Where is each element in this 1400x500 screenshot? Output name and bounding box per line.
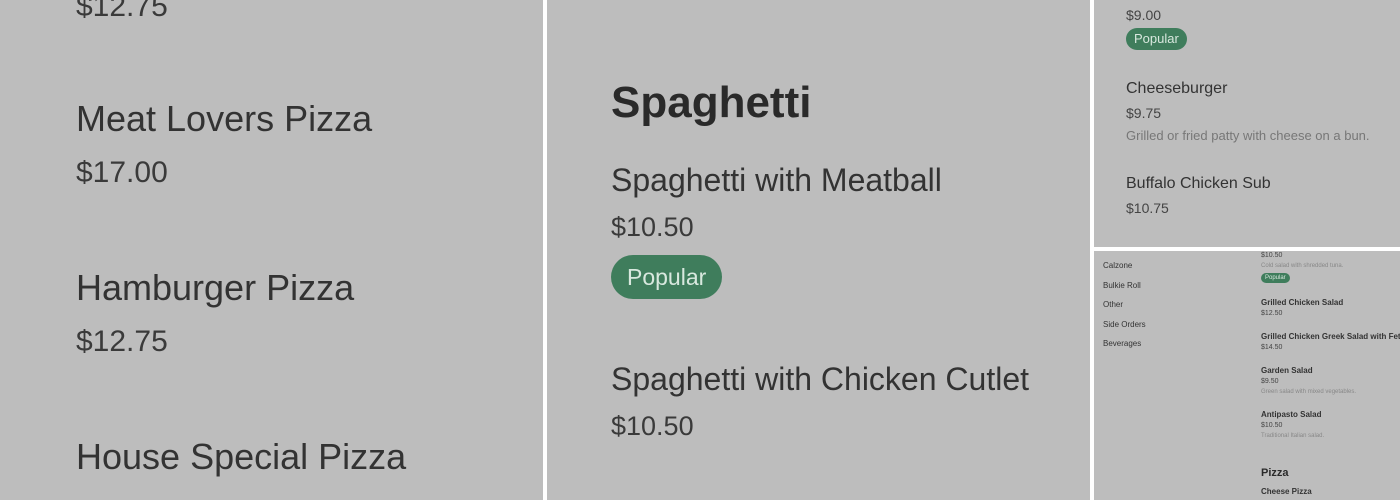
popular-badge: Popular xyxy=(1261,273,1290,283)
menu-item-price: $12.50 xyxy=(1261,310,1283,317)
category-nav-beverages[interactable]: Beverages xyxy=(1103,339,1141,348)
menu-item-description: Cold salad with shredded tuna. xyxy=(1261,263,1344,269)
menu-overview-panel: Calzone Bulkie Roll Other Side Orders Be… xyxy=(1094,251,1400,500)
popular-badge: Popular xyxy=(611,255,723,299)
menu-item-price: $9.00 xyxy=(1126,7,1162,23)
menu-item-price: $10.75 xyxy=(1126,200,1169,216)
menu-item-price: $14.50 xyxy=(1261,344,1283,351)
category-nav-other[interactable]: Other xyxy=(1103,300,1123,309)
menu-item-price: $17.00 xyxy=(76,156,168,189)
menu-item-description: Green salad with mixed vegetables. xyxy=(1261,389,1357,395)
popular-badge: Popular xyxy=(1126,28,1187,50)
menu-zoom-panel-spaghetti: Spaghetti Spaghetti with Meatball $10.50… xyxy=(547,0,1090,500)
menu-item-price: $9.50 xyxy=(1261,378,1279,385)
menu-item-name[interactable]: Grilled Chicken Salad xyxy=(1261,298,1343,307)
menu-item-description: Traditional Italian salad. xyxy=(1261,433,1325,439)
category-nav-calzone[interactable]: Calzone xyxy=(1103,261,1132,270)
category-nav-side-orders[interactable]: Side Orders xyxy=(1103,320,1146,329)
menu-item-name[interactable]: Buffalo Chicken Sub xyxy=(1126,175,1271,193)
menu-item-name[interactable]: Cheeseburger xyxy=(1126,80,1227,98)
menu-item-price: $12.75 xyxy=(76,325,168,358)
menu-item-name[interactable]: Cheese Pizza xyxy=(1261,487,1312,496)
menu-item-name[interactable]: Spaghetti with Chicken Cutlet xyxy=(611,361,1029,398)
menu-item-name[interactable]: Garden Salad xyxy=(1261,366,1313,375)
menu-item-price: $10.50 xyxy=(1261,422,1283,429)
menu-item-description: Grilled or fried patty with cheese on a … xyxy=(1126,128,1370,143)
menu-item-name[interactable]: Hamburger Pizza xyxy=(76,267,354,309)
menu-item-price: $10.50 xyxy=(1261,252,1283,259)
category-nav-bulkie-roll[interactable]: Bulkie Roll xyxy=(1103,281,1141,290)
menu-item-price: $10.50 xyxy=(611,411,694,441)
menu-item-name[interactable]: House Special Pizza xyxy=(76,436,406,478)
menu-item-name[interactable]: Antipasto Salad xyxy=(1261,410,1321,419)
category-heading: Spaghetti xyxy=(611,78,812,127)
menu-item-name[interactable]: Meat Lovers Pizza xyxy=(76,98,372,140)
menu-item-name[interactable]: Spaghetti with Meatball xyxy=(611,162,942,199)
menu-item-price: $10.50 xyxy=(611,212,694,242)
menu-item-name[interactable]: Grilled Chicken Greek Salad with Feta xyxy=(1261,332,1400,341)
category-heading: Pizza xyxy=(1261,467,1289,479)
menu-item-list: Meat Lovers Pizza $17.00 Hamburger Pizza… xyxy=(0,0,543,500)
menu-zoom-panel-pizza: $12.75 Meat Lovers Pizza $17.00 Hamburge… xyxy=(0,0,543,500)
menu-zoom-panel-subs: $9.00 Popular Cheeseburger $9.75 Grilled… xyxy=(1094,0,1400,247)
menu-item-price: $9.75 xyxy=(1126,105,1162,121)
